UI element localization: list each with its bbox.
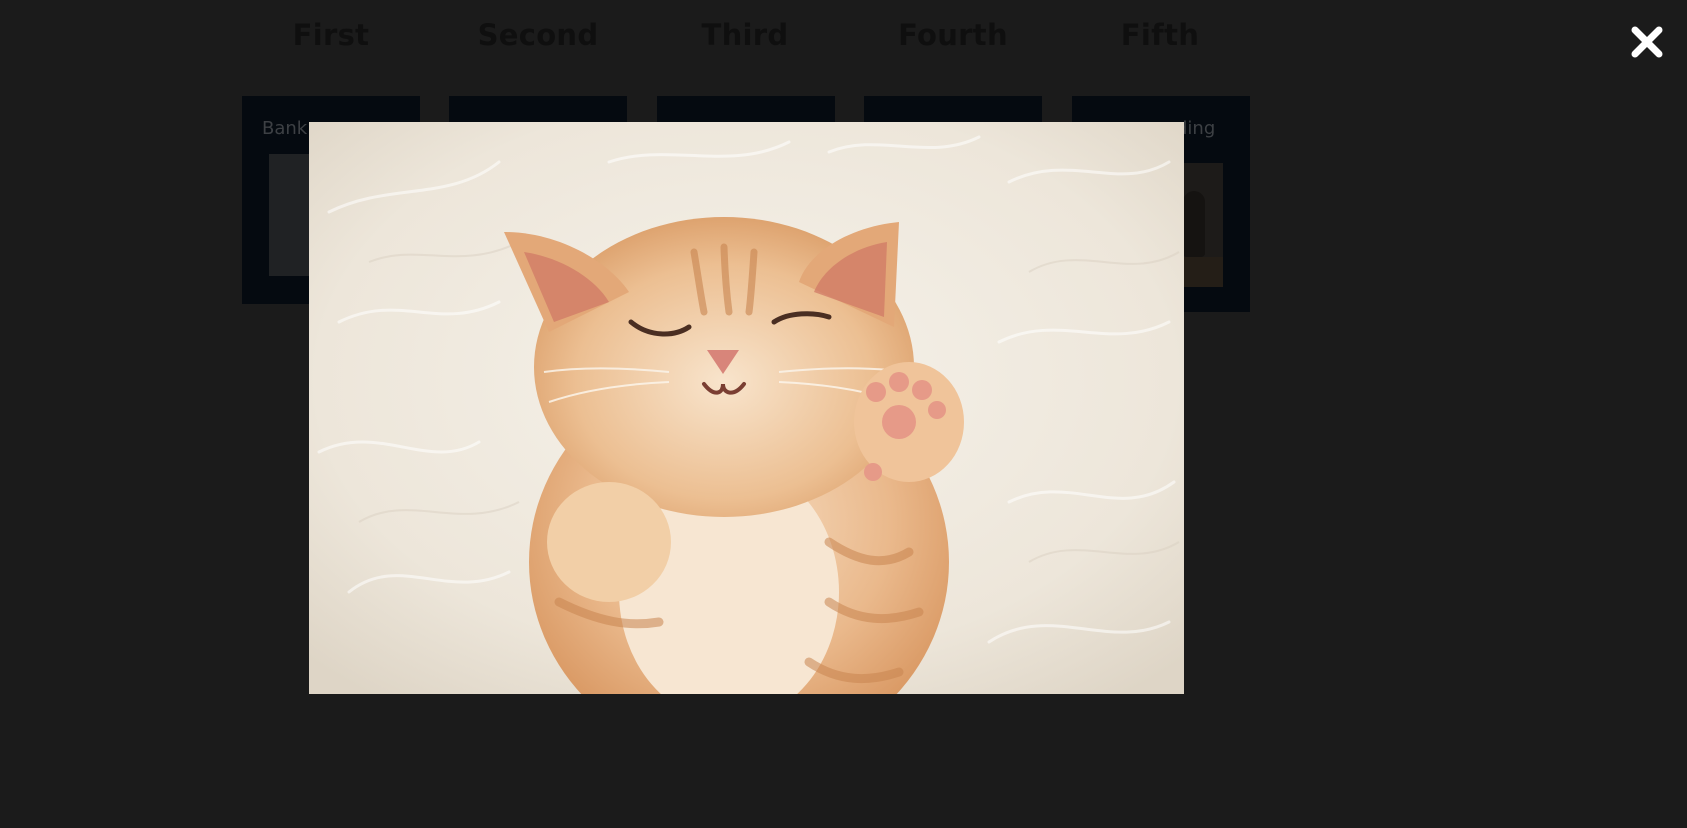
card-first-label: Bank — [262, 118, 308, 139]
thumbnail-shape — [1183, 191, 1205, 257]
column-header-first: First — [292, 18, 370, 52]
column-header-fourth: Fourth — [898, 18, 1008, 52]
close-icon[interactable] — [1629, 24, 1665, 60]
column-header-fifth: Fifth — [1120, 18, 1200, 52]
sleeping-kitten-photo — [309, 122, 1184, 694]
close-icon-glyph — [1631, 26, 1663, 58]
lightbox-image — [309, 122, 1184, 694]
column-header-second: Second — [477, 18, 599, 52]
column-header-third: Third — [701, 18, 789, 52]
